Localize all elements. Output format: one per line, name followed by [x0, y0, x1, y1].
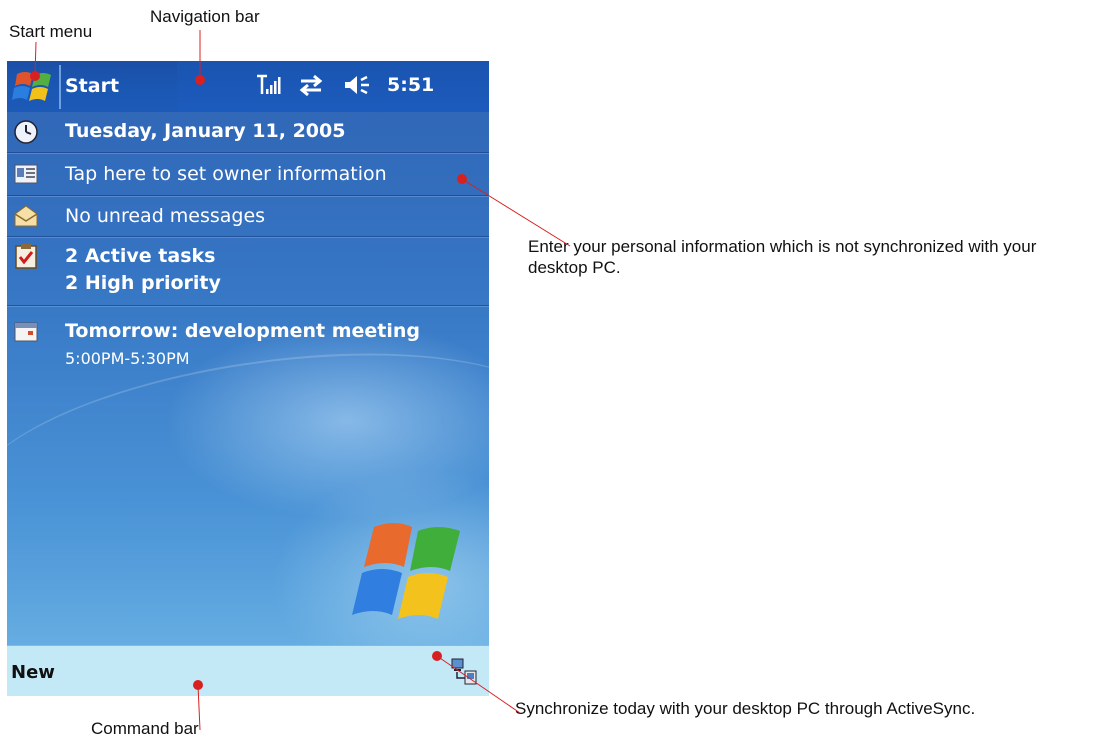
start-menu-icon[interactable]: [11, 68, 57, 106]
nav-divider: [59, 65, 61, 109]
messages-text: No unread messages: [65, 205, 266, 227]
tasks-active-text: 2 Active tasks: [65, 245, 216, 267]
today-screen: Start 5:51 Tuesday, January 11, 2005 Tap…: [7, 61, 489, 696]
calendar-icon: [14, 322, 38, 342]
tasks-clipboard-icon: [15, 244, 37, 269]
signal-strength-icon[interactable]: [255, 73, 281, 97]
date-row[interactable]: Tuesday, January 11, 2005: [7, 112, 489, 153]
calendar-row[interactable]: Tomorrow: development meeting 5:00PM-5:3…: [7, 311, 489, 371]
start-button[interactable]: Start: [65, 75, 119, 97]
messages-row[interactable]: No unread messages: [7, 196, 489, 237]
connectivity-icon[interactable]: [297, 73, 325, 97]
navigation-bar-callout: Navigation bar: [150, 7, 260, 26]
command-bar: New: [7, 645, 489, 696]
clock-icon: [14, 120, 38, 144]
command-bar-callout: Command bar: [91, 719, 199, 738]
status-area: [177, 61, 489, 112]
sync-callout: Synchronize today with your desktop PC t…: [515, 699, 976, 718]
start-menu-callout: Start menu: [9, 22, 93, 41]
date-text: Tuesday, January 11, 2005: [65, 120, 346, 142]
tasks-priority-text: 2 High priority: [65, 272, 221, 294]
owner-card-icon: [14, 164, 38, 184]
new-button[interactable]: New: [11, 662, 55, 683]
envelope-icon: [14, 205, 38, 227]
calendar-title: Tomorrow: development meeting: [65, 320, 421, 342]
volume-icon[interactable]: [343, 73, 373, 97]
windows-logo: [352, 523, 460, 619]
owner-info-row[interactable]: Tap here to set owner information: [7, 153, 489, 196]
tasks-row[interactable]: 2 Active tasks 2 High priority: [7, 237, 489, 306]
calendar-time: 5:00PM-5:30PM: [65, 349, 190, 368]
owner-info-text: Tap here to set owner information: [65, 163, 387, 185]
activesync-icon[interactable]: [449, 656, 479, 686]
clock[interactable]: 5:51: [387, 74, 434, 96]
owner-info-callout: Enter your personal information which is…: [528, 237, 1037, 277]
navigation-bar: Start 5:51: [7, 61, 489, 112]
